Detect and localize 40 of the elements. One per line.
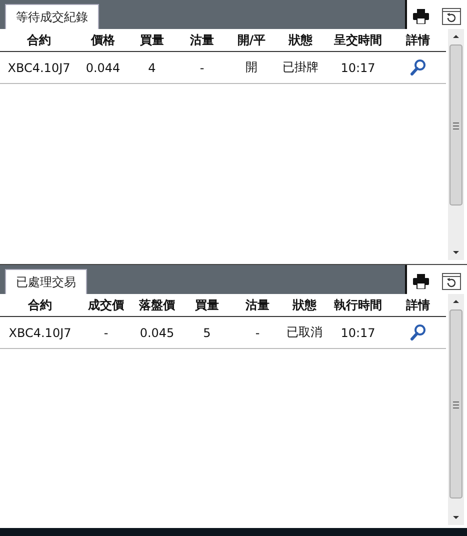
column-header: 合約	[28, 298, 52, 312]
table-cell: 0.045	[140, 326, 174, 340]
table-cell: XBC4.10J7	[8, 326, 72, 340]
refresh-icon[interactable]	[442, 8, 461, 25]
column-header: 沽量	[246, 298, 270, 312]
column-header: 呈交時間	[334, 32, 382, 46]
column-header: 詳情	[406, 298, 430, 312]
print-icon[interactable]	[413, 9, 430, 24]
table-cell: -	[104, 326, 108, 340]
table-cell: 5	[203, 326, 211, 340]
column-header: 執行時間	[334, 298, 382, 312]
column-header: 買量	[140, 32, 164, 46]
table-cell: 10:17	[340, 326, 376, 340]
tab[interactable]: 已處理交易	[5, 269, 87, 294]
scrollbar[interactable]	[448, 29, 464, 260]
table-cell: 開	[246, 60, 258, 74]
table-cell: 10:17	[340, 60, 376, 74]
search-icon[interactable]	[410, 324, 426, 341]
search-icon[interactable]	[410, 59, 426, 76]
tab[interactable]: 等待成交紀錄	[5, 4, 99, 29]
column-header: 成交價	[88, 298, 124, 312]
column-header: 合約	[27, 32, 51, 46]
column-header: 價格	[91, 32, 115, 46]
refresh-icon[interactable]	[442, 273, 461, 290]
print-icon[interactable]	[413, 274, 430, 289]
table-cell: 0.044	[86, 60, 120, 74]
table-cell: 4	[148, 60, 156, 74]
table-cell: XBC4.10J7	[8, 60, 70, 74]
table-cell: -	[200, 60, 204, 74]
table-cell: 已掛牌	[282, 60, 318, 74]
column-header: 詳情	[406, 32, 430, 46]
scrollbar[interactable]	[448, 294, 464, 525]
column-header: 狀態	[292, 298, 316, 312]
table-cell: 已取消	[286, 325, 322, 339]
table-cell: -	[255, 326, 260, 340]
column-header: 買量	[195, 298, 219, 312]
column-header: 狀態	[288, 32, 312, 46]
column-header: 開/平	[237, 32, 266, 46]
column-header: 沽量	[190, 32, 214, 46]
column-header: 落盤價	[139, 298, 175, 312]
